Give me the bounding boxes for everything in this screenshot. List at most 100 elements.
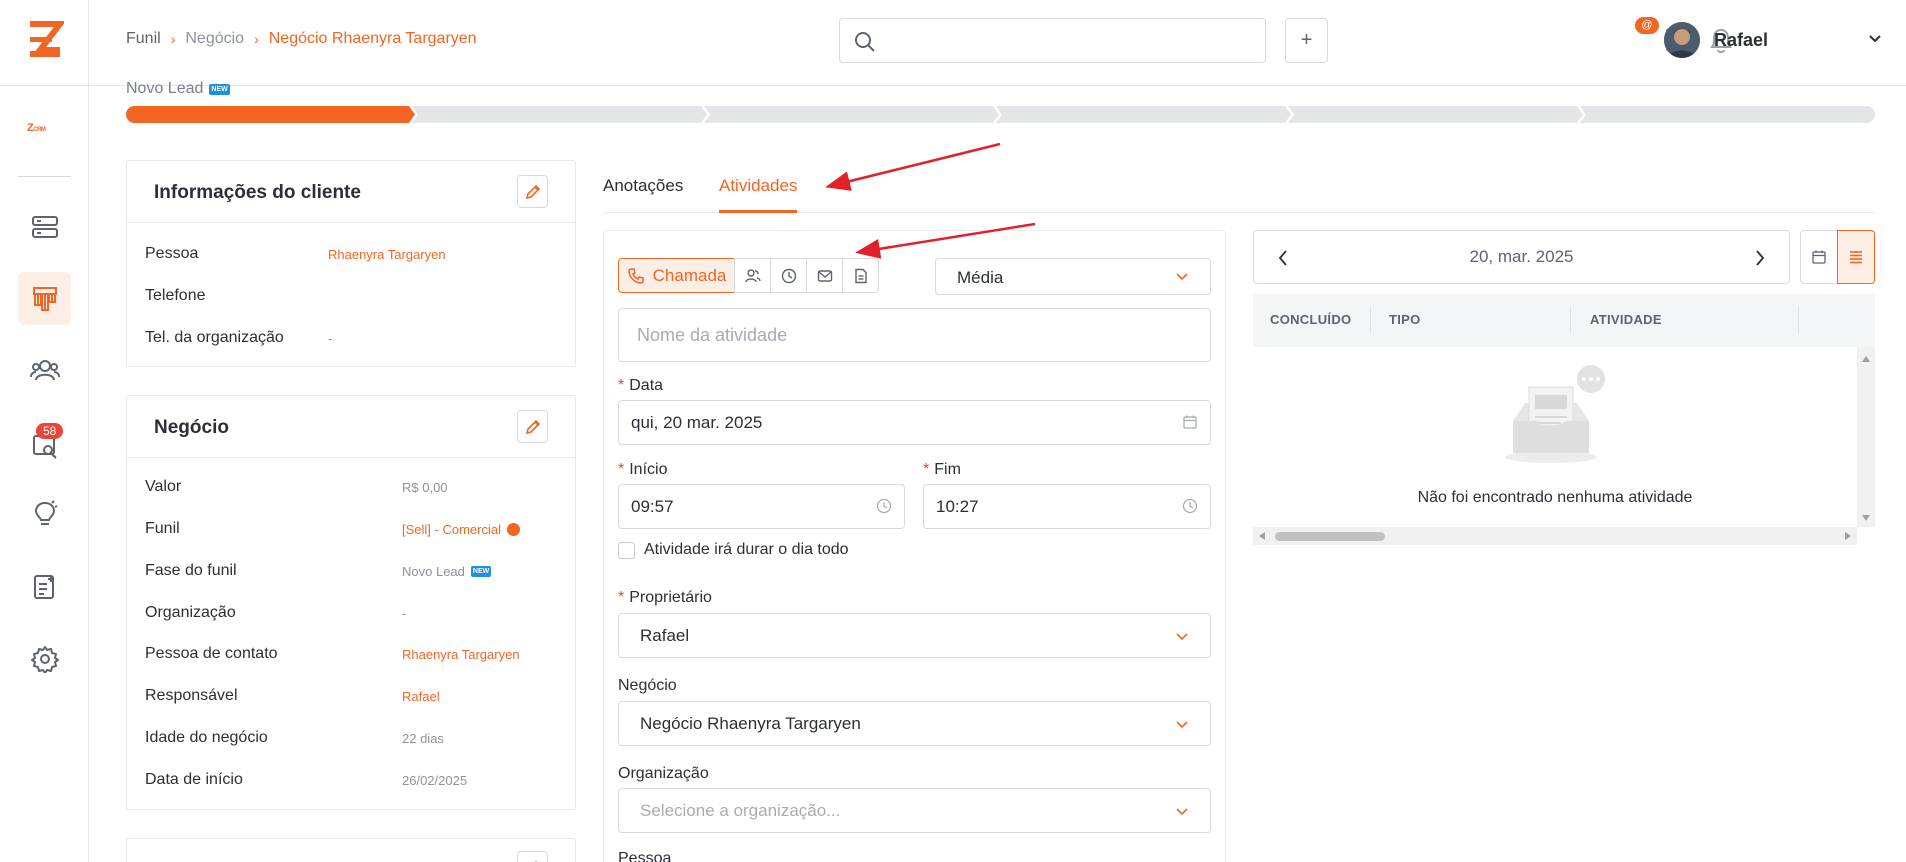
date-label-text: Data — [629, 377, 664, 394]
sidebar-item-ideas[interactable] — [18, 487, 71, 540]
vertical-scrollbar[interactable] — [1857, 347, 1875, 527]
sidebar-item-users[interactable] — [18, 343, 71, 396]
column-divider — [1798, 306, 1799, 334]
all-day-label[interactable]: Atividade irá durar o dia todo — [644, 541, 849, 559]
logo-icon[interactable] — [26, 20, 64, 60]
breadcrumb-item-negocio[interactable]: Negócio — [185, 30, 244, 48]
scroll-left-icon[interactable] — [1258, 531, 1266, 541]
deal-start-date-value: 26/02/2025 — [402, 773, 468, 788]
server-icon — [31, 215, 58, 238]
calendar-icon — [1183, 415, 1197, 429]
deal-funnel-link[interactable]: [Sell] - Comercial — [402, 522, 520, 537]
deal-select[interactable]: Negócio Rhaenyra Targaryen — [618, 701, 1211, 746]
tab-notes[interactable]: Anotações — [603, 176, 683, 196]
type-task-button[interactable] — [770, 258, 807, 293]
priority-value: Média — [957, 268, 1004, 287]
type-call-button[interactable]: Chamada — [618, 258, 735, 293]
sidebar-divider-2 — [18, 176, 71, 177]
tab-activities[interactable]: Atividades — [719, 176, 797, 196]
client-info-header: Informações do cliente — [127, 161, 575, 223]
owner-label: * Proprietário — [618, 589, 712, 607]
type-meeting-button[interactable] — [734, 258, 771, 293]
column-divider — [1570, 306, 1571, 334]
user-name[interactable]: Rafael — [1714, 30, 1768, 51]
scroll-up-icon[interactable] — [1861, 355, 1871, 363]
person-label: Pessoa — [618, 850, 672, 862]
search-input[interactable] — [839, 18, 1266, 63]
pencil-icon — [533, 860, 538, 862]
extra-card — [126, 838, 576, 862]
chevron-right-icon[interactable] — [1755, 249, 1765, 267]
client-row-label: Telefone — [145, 287, 206, 304]
sidebar-item-notes[interactable] — [18, 560, 71, 613]
edit-client-button[interactable] — [517, 175, 548, 208]
list-icon — [1850, 251, 1862, 264]
deal-card-header: Negócio — [127, 396, 575, 458]
all-day-checkbox[interactable] — [618, 542, 635, 559]
pipeline-segment[interactable] — [704, 106, 999, 123]
breadcrumb-item-current: Negócio Rhaenyra Targaryen — [268, 30, 477, 47]
date-navigator: 20, mar. 2025 — [1253, 230, 1790, 284]
client-org-phone-value: - — [328, 331, 333, 346]
date-field[interactable]: qui, 20 mar. 2025 — [618, 400, 1211, 445]
horizontal-scrollbar[interactable] — [1253, 527, 1857, 545]
organization-placeholder: Selecione a organização... — [640, 801, 841, 820]
deal-label: Negócio — [618, 677, 677, 694]
start-time-field[interactable]: 09:57 — [618, 484, 905, 529]
organization-label: Organização — [618, 765, 709, 782]
activity-name-input[interactable]: Nome da atividade — [618, 308, 1211, 362]
pipeline-progress — [126, 106, 1875, 123]
stage-name: Novo Lead — [126, 80, 204, 97]
pipeline-segment[interactable] — [996, 106, 1291, 123]
priority-select[interactable]: Média — [935, 258, 1211, 295]
clock-icon — [1182, 498, 1198, 514]
breadcrumb: Funil › Negócio › Negócio Rhaenyra Targa… — [126, 30, 477, 48]
sidebar-item-pipeline[interactable] — [18, 200, 71, 253]
clock-icon — [781, 268, 796, 283]
type-email-button[interactable] — [806, 258, 843, 293]
chevron-down-icon — [1176, 721, 1188, 729]
sidebar-item-settings[interactable] — [18, 632, 71, 685]
end-time-field[interactable]: 10:27 — [923, 484, 1211, 529]
column-activity[interactable]: ATIVIDADE — [1590, 312, 1662, 327]
deal-value: R$ 0,00 — [402, 480, 448, 495]
type-document-button[interactable] — [842, 258, 879, 293]
activity-name-placeholder: Nome da atividade — [637, 325, 788, 345]
sidebar-item-funnel[interactable] — [18, 272, 71, 325]
scroll-down-icon[interactable] — [1861, 514, 1871, 522]
start-label-text: Início — [629, 461, 668, 478]
calendar-icon — [1812, 250, 1826, 264]
list-view-button[interactable] — [1837, 230, 1875, 284]
pipeline-segment[interactable] — [1288, 106, 1583, 123]
edit-deal-button[interactable] — [517, 410, 548, 443]
crm-logo: ZCRM — [27, 122, 46, 134]
funnel-icon — [32, 286, 57, 311]
pipeline-segment[interactable] — [412, 106, 707, 123]
client-person-link[interactable]: Rhaenyra Targaryen — [328, 247, 446, 262]
edit-extra-button[interactable] — [517, 851, 548, 862]
calendar-view-button[interactable] — [1800, 230, 1838, 284]
chevron-down-icon[interactable] — [1868, 34, 1882, 44]
organization-select[interactable]: Selecione a organização... — [618, 788, 1211, 833]
client-info-title: Informações do cliente — [154, 182, 361, 203]
client-row-label: Tel. da organização — [145, 329, 284, 346]
pencil-icon — [525, 184, 540, 199]
scroll-right-icon[interactable] — [1844, 531, 1852, 541]
breadcrumb-item-funil[interactable]: Funil — [126, 30, 161, 48]
add-button[interactable]: + — [1285, 18, 1328, 63]
deal-owner-link[interactable]: Rafael — [402, 689, 440, 704]
pipeline-segment[interactable] — [126, 106, 415, 123]
deal-contact-link[interactable]: Rhaenyra Targaryen — [402, 647, 520, 662]
column-done[interactable]: CONCLUÍDO — [1270, 312, 1351, 327]
avatar[interactable] — [1664, 22, 1700, 58]
column-type[interactable]: TIPO — [1389, 312, 1421, 327]
pipeline-segment[interactable] — [1580, 106, 1875, 123]
scroll-thumb[interactable] — [1275, 532, 1385, 541]
empty-inbox-icon — [1505, 365, 1605, 463]
activities-table-header: CONCLUÍDO TIPO ATIVIDADE — [1253, 294, 1875, 347]
owner-select[interactable]: Rafael — [618, 613, 1211, 658]
deal-row-label: Organização — [145, 604, 236, 621]
deal-stage-text: Novo Lead — [402, 564, 465, 579]
new-badge: NEW — [470, 566, 492, 577]
activities-table-body: Não foi encontrado nenhuma atividade — [1253, 347, 1857, 527]
